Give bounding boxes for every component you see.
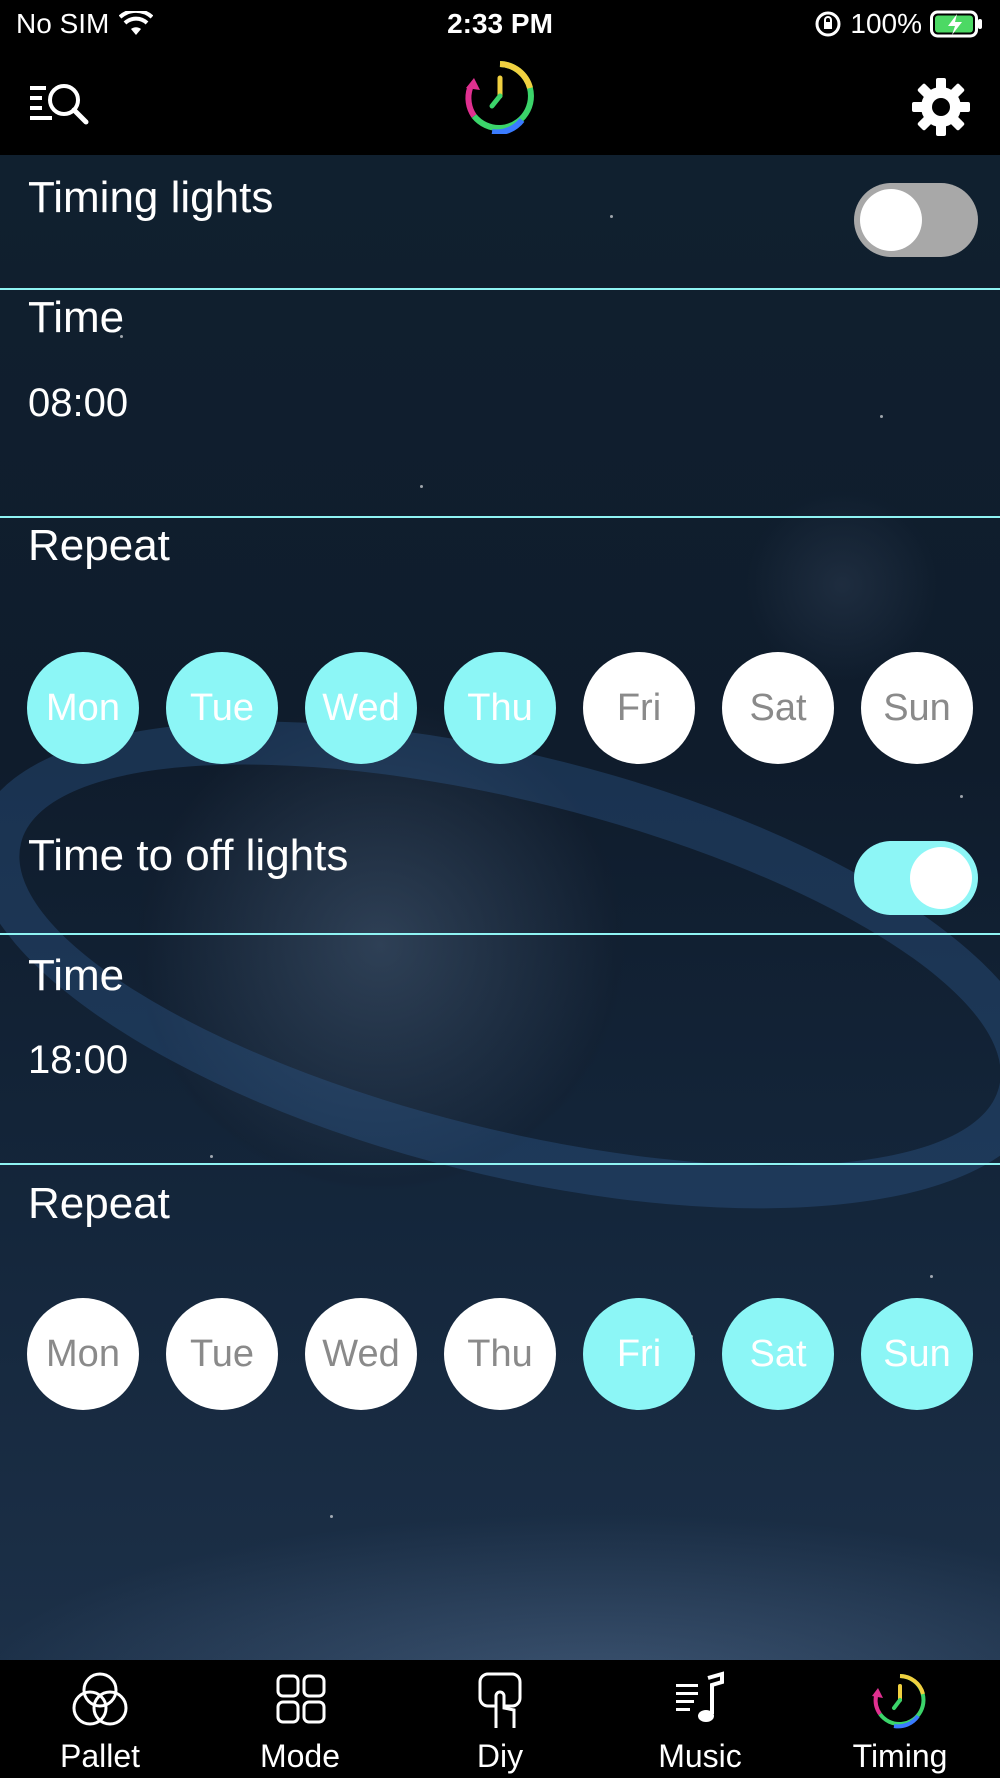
pallet-icon <box>72 1672 128 1726</box>
tab-bar: Pallet Mode Diy Music Timing <box>0 1660 1000 1778</box>
timing-icon <box>872 1674 926 1729</box>
tab-label: Music <box>658 1738 742 1774</box>
on-repeat-days: Mon Tue Wed Thu Fri Sat Sun <box>27 652 973 764</box>
tab-mode[interactable]: Mode <box>200 1660 400 1778</box>
day-mon[interactable]: Mon <box>27 652 139 764</box>
day-fri[interactable]: Fri <box>583 1298 695 1410</box>
timing-lights-toggle[interactable] <box>854 183 978 257</box>
status-right: 100% <box>814 8 984 40</box>
tab-label: Diy <box>476 1738 524 1774</box>
timing-content: Timing lights Time 08:00 Repeat Mon Tue … <box>0 155 1000 1660</box>
orientation-lock-icon <box>815 11 841 37</box>
divider <box>0 516 1000 518</box>
tab-label: Mode <box>259 1738 341 1774</box>
day-thu[interactable]: Thu <box>444 652 556 764</box>
off-repeat-label: Repeat <box>28 1179 170 1228</box>
toggle-knob <box>860 189 922 251</box>
timing-logo-icon <box>465 61 534 134</box>
tab-pallet[interactable]: Pallet <box>0 1660 200 1778</box>
on-time-value[interactable]: 08:00 <box>28 381 128 426</box>
day-sat[interactable]: Sat <box>722 1298 834 1410</box>
mode-grid-icon <box>276 1674 326 1724</box>
music-icon <box>676 1671 724 1722</box>
off-lights-toggle[interactable] <box>854 841 978 915</box>
divider <box>0 288 1000 290</box>
off-time-value[interactable]: 18:00 <box>28 1038 128 1083</box>
day-mon[interactable]: Mon <box>27 1298 139 1410</box>
off-lights-label: Time to off lights <box>28 831 349 880</box>
nav-bar <box>0 50 1000 155</box>
battery-charging-icon <box>930 10 982 38</box>
day-tue[interactable]: Tue <box>166 652 278 764</box>
on-repeat-label: Repeat <box>28 521 170 570</box>
status-bar: No SIM 2:33 PM 100% <box>0 0 1000 50</box>
on-time-label: Time <box>28 293 125 342</box>
timing-lights-label: Timing lights <box>28 173 274 222</box>
toggle-knob <box>910 847 972 909</box>
day-fri[interactable]: Fri <box>583 652 695 764</box>
menu-search-icon[interactable] <box>28 80 92 130</box>
tab-timing[interactable]: Timing <box>800 1660 1000 1778</box>
diy-touch-icon <box>478 1672 522 1728</box>
gear-icon[interactable] <box>912 78 970 136</box>
day-tue[interactable]: Tue <box>166 1298 278 1410</box>
divider <box>0 933 1000 935</box>
day-sun[interactable]: Sun <box>861 652 973 764</box>
tab-diy[interactable]: Diy <box>400 1660 600 1778</box>
day-sat[interactable]: Sat <box>722 652 834 764</box>
day-thu[interactable]: Thu <box>444 1298 556 1410</box>
day-wed[interactable]: Wed <box>305 1298 417 1410</box>
off-time-label: Time <box>28 951 125 1000</box>
tab-label: Timing <box>852 1738 948 1774</box>
tab-label: Pallet <box>59 1738 141 1774</box>
day-sun[interactable]: Sun <box>861 1298 973 1410</box>
battery-percent: 100% <box>850 8 922 39</box>
divider <box>0 1163 1000 1165</box>
off-repeat-days: Mon Tue Wed Thu Fri Sat Sun <box>27 1298 973 1410</box>
tab-music[interactable]: Music <box>600 1660 800 1778</box>
day-wed[interactable]: Wed <box>305 652 417 764</box>
